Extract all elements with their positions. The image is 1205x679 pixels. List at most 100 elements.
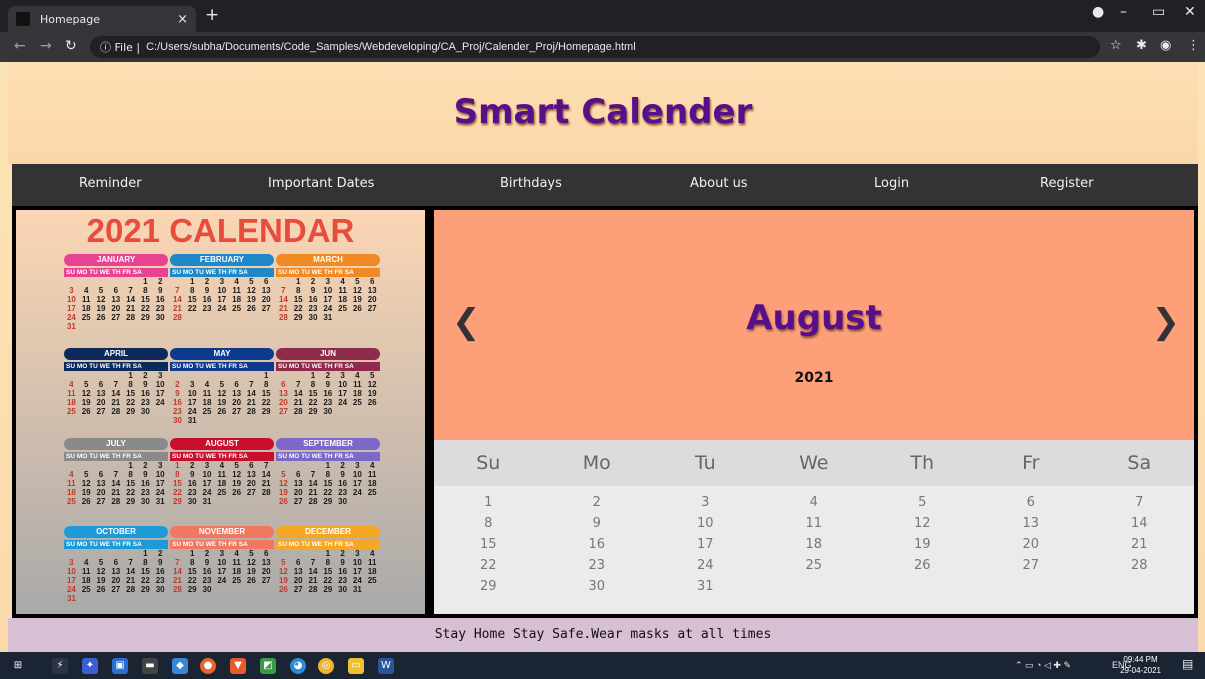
bookmark-star-icon[interactable]: ☆ (1110, 38, 1122, 53)
day-cell[interactable]: 4 (760, 492, 869, 513)
mini-date: 2 (157, 549, 163, 558)
nav-about-us[interactable]: About us (690, 176, 748, 191)
url-text[interactable]: C:/Users/subha/Documents/Code_Samples/We… (146, 41, 636, 53)
mini-date: 9 (204, 286, 210, 295)
profile-icon[interactable]: ● (1092, 4, 1104, 20)
day-cell[interactable]: 23 (543, 555, 652, 576)
day-cell[interactable]: 12 (868, 513, 977, 534)
day-cell (977, 576, 1086, 597)
day-cell[interactable]: 14 (1085, 513, 1194, 534)
brave-icon[interactable]: ▼ (230, 658, 246, 674)
site-info-label[interactable]: ⓘ File | (100, 39, 140, 55)
day-cell[interactable]: 11 (760, 513, 869, 534)
close-window-icon[interactable]: ✕ (1184, 4, 1196, 20)
day-cell[interactable]: 16 (543, 534, 652, 555)
terminal-icon[interactable]: ▬ (142, 658, 158, 674)
day-cell[interactable]: 13 (977, 513, 1086, 534)
mini-date: 26 (246, 304, 256, 313)
tab-close-icon[interactable]: × (177, 12, 188, 27)
day-cell[interactable]: 20 (977, 534, 1086, 555)
day-cell[interactable]: 1 (434, 492, 543, 513)
day-cell[interactable]: 10 (651, 513, 760, 534)
nav-birthdays[interactable]: Birthdays (500, 176, 562, 191)
mini-date (214, 416, 229, 425)
day-cell[interactable]: 30 (543, 576, 652, 597)
weekday-label: Th (910, 452, 935, 474)
mini-date: 4 (369, 549, 375, 558)
reload-icon[interactable]: ↻ (65, 38, 77, 54)
day-cell[interactable]: 2 (543, 492, 652, 513)
app-icon[interactable]: ◕ (290, 658, 306, 674)
address-bar[interactable]: ⓘ File | C:/Users/subha/Documents/Code_S… (90, 36, 1100, 58)
store-icon[interactable]: ▣ (112, 658, 128, 674)
mini-date (200, 416, 215, 425)
day-cell[interactable]: 22 (434, 555, 543, 576)
mini-date: 1 (128, 371, 133, 380)
forward-icon[interactable]: → (40, 38, 52, 54)
mini-date: 10 (155, 380, 165, 389)
mini-month: JANUARY SU MO TU WE TH FR SA 1 2 3 4 5 6 7 8 9 10 11… (64, 254, 168, 331)
mini-date: 9 (325, 380, 331, 389)
mini-weekday-header: SU MO TU WE TH FR SA (64, 268, 168, 277)
day-cell[interactable]: 29 (434, 576, 543, 597)
mini-date: 3 (219, 277, 225, 286)
notifications-icon[interactable]: ▤ (1182, 657, 1193, 671)
mini-date (108, 277, 123, 286)
extensions-icon[interactable]: ✱ (1136, 38, 1147, 53)
mini-date: 30 (187, 497, 197, 506)
nav-important-dates[interactable]: Important Dates (268, 176, 374, 191)
year-label: 2021 (794, 370, 834, 386)
day-cell[interactable]: 6 (977, 492, 1086, 513)
day-cell[interactable]: 18 (760, 534, 869, 555)
day-cell[interactable]: 8 (434, 513, 543, 534)
day-cell[interactable]: 19 (868, 534, 977, 555)
word-icon[interactable]: W (378, 658, 394, 674)
day-cell[interactable]: 26 (868, 555, 977, 576)
mini-date: 22 (261, 398, 271, 407)
firefox-icon[interactable]: ● (200, 658, 216, 674)
day-cell[interactable]: 15 (434, 534, 543, 555)
mini-month-name: JANUARY (64, 254, 168, 266)
file-explorer-icon[interactable]: ▭ (348, 658, 364, 674)
mini-date (306, 549, 321, 558)
menu-icon[interactable]: ⋮ (1187, 38, 1200, 53)
next-month-button[interactable]: ❯ (1152, 302, 1181, 342)
browser-tab[interactable]: Homepage × (8, 6, 196, 32)
mini-date: 9 (157, 558, 163, 567)
avatar[interactable]: ◉ (1160, 38, 1171, 53)
day-cell[interactable]: 7 (1085, 492, 1194, 513)
app-icon[interactable]: ◆ (172, 658, 188, 674)
chrome-icon[interactable]: ◎ (318, 658, 334, 674)
day-cell[interactable]: 25 (760, 555, 869, 576)
nav-reminder[interactable]: Reminder (79, 176, 142, 191)
day-cell[interactable]: 24 (651, 555, 760, 576)
new-tab-button[interactable]: + (205, 5, 219, 25)
day-cell[interactable]: 9 (543, 513, 652, 534)
app-icon[interactable]: ⚡ (52, 658, 68, 674)
day-cell[interactable]: 27 (977, 555, 1086, 576)
minimize-icon[interactable]: – (1120, 4, 1127, 20)
nav-register[interactable]: Register (1040, 176, 1094, 191)
nav-login[interactable]: Login (874, 176, 909, 191)
mini-date: 23 (172, 407, 182, 416)
mini-month: MARCH SU MO TU WE TH FR SA 1 2 3 4 5 6 7 8 9 10 11 12… (276, 254, 380, 322)
mini-date: 13 (261, 286, 271, 295)
day-cell[interactable]: 28 (1085, 555, 1194, 576)
day-cell[interactable]: 17 (651, 534, 760, 555)
mini-date: 15 (126, 479, 136, 488)
system-clock[interactable]: 09:44 PM 29-04-2021 (1120, 654, 1161, 676)
back-icon[interactable]: ← (14, 38, 26, 54)
week-row: 22 23 24 25 26 27 28 (434, 555, 1194, 576)
maximize-icon[interactable]: ▭ (1152, 4, 1165, 20)
day-cell[interactable]: 31 (651, 576, 760, 597)
day-cell[interactable]: 3 (651, 492, 760, 513)
app-icon[interactable]: ✦ (82, 658, 98, 674)
mini-date: 14 (111, 389, 121, 398)
app-icon[interactable]: ◩ (260, 658, 276, 674)
mini-date: 10 (352, 558, 362, 567)
day-cell[interactable]: 5 (868, 492, 977, 513)
tray-icons[interactable]: ⌃ ▭ ◔ ◁ ✚ ✎ (1015, 660, 1071, 671)
mini-date: 24 (217, 576, 227, 585)
windows-start-icon[interactable]: ⊞ (10, 658, 26, 674)
day-cell[interactable]: 21 (1085, 534, 1194, 555)
